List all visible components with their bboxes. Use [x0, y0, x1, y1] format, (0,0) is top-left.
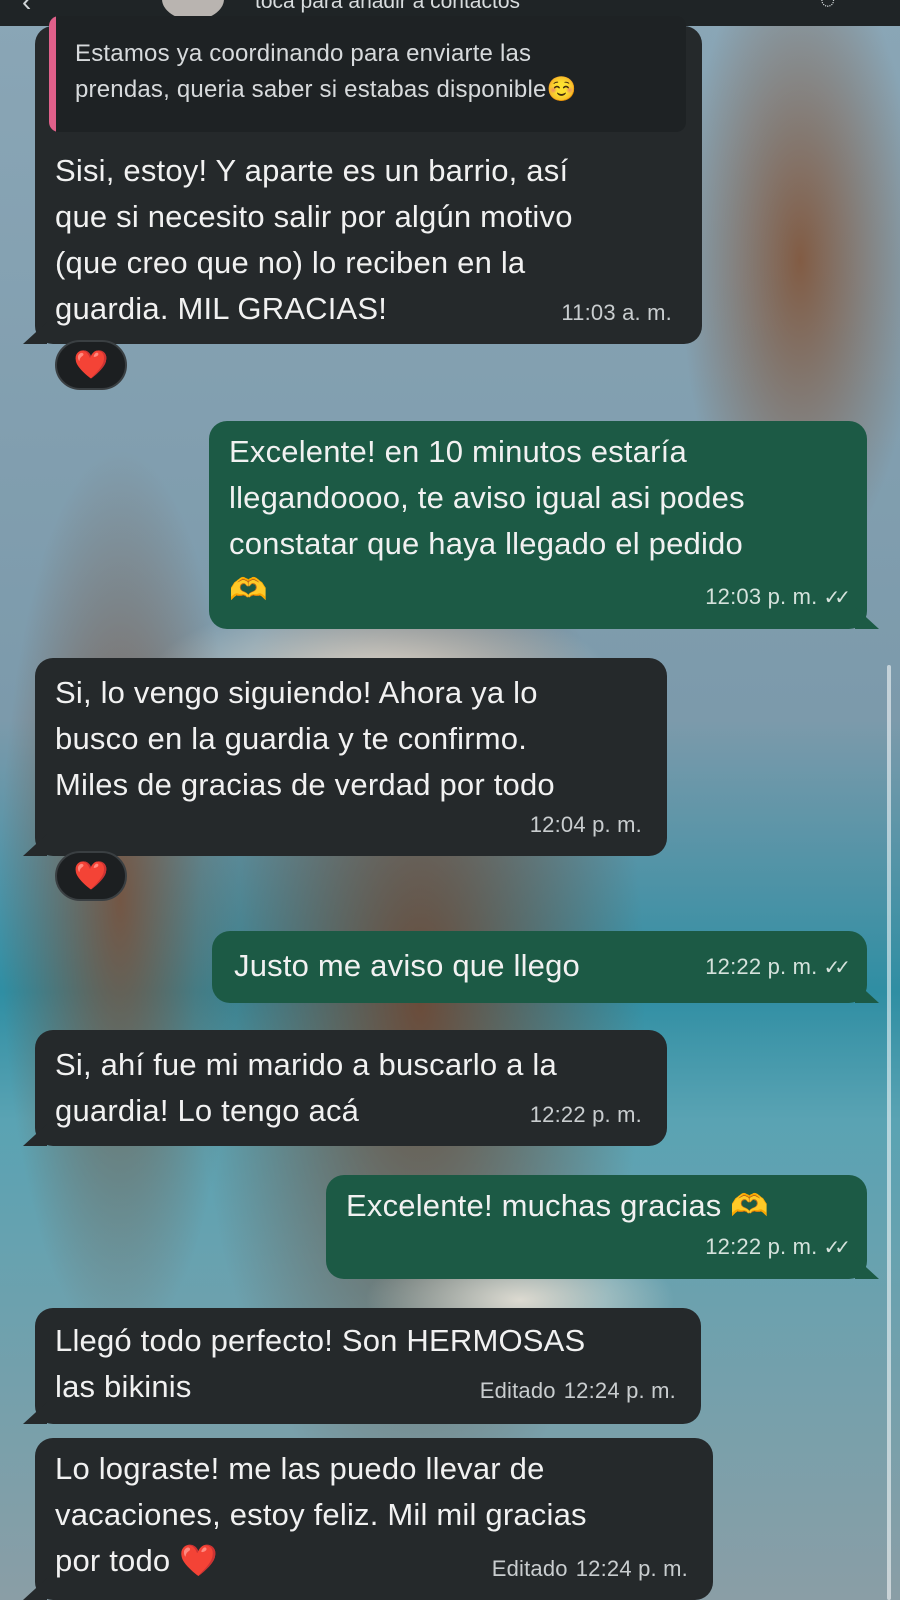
edited-label: Editado [491, 1556, 568, 1581]
read-receipt-icon: ✓✓ [823, 1237, 850, 1259]
message-time: 12:22 p. m. ✓✓ [705, 1234, 851, 1259]
message-time: Editado 12:24 p. m. [479, 1378, 676, 1403]
message-text: Si, lo vengo siguiendo! Ahora ya lo busc… [55, 675, 555, 802]
message-bubble-incoming[interactable]: Si, ahí fue mi marido a buscarlo a la gu… [35, 1030, 667, 1146]
message-time: Editado 12:24 p. m. [491, 1556, 688, 1581]
message-text: Justo me aviso que llego [234, 948, 580, 983]
read-receipt-icon: ✓✓ [823, 587, 850, 609]
scroll-indicator[interactable] [887, 665, 891, 1600]
heart-reaction-icon[interactable]: ❤️ [55, 851, 127, 901]
message-bubble-incoming[interactable]: Estamos ya coordinando para enviarte las… [35, 16, 702, 344]
message-time: 12:03 p. m. ✓✓ [705, 584, 851, 609]
message-time: 12:22 p. m. ✓✓ [705, 954, 851, 979]
message-bubble-outgoing[interactable]: Excelente! muchas gracias 🫶 12:22 p. m. ✓… [326, 1175, 867, 1279]
message-time: 12:22 p. m. [529, 1102, 642, 1127]
message-text: Sisi, estoy! Y aparte es un barrio, así … [55, 153, 573, 326]
quoted-message[interactable]: Estamos ya coordinando para enviarte las… [49, 16, 686, 132]
message-bubble-outgoing[interactable]: Justo me aviso que llego 12:22 p. m. ✓✓ [212, 931, 867, 1003]
message-bubble-incoming[interactable]: Si, lo vengo siguiendo! Ahora ya lo busc… [35, 658, 667, 856]
quote-accent-bar [49, 16, 56, 132]
message-text: Si, ahí fue mi marido a buscarlo a la gu… [55, 1047, 557, 1128]
read-receipt-icon: ✓✓ [823, 957, 850, 979]
heart-reaction-icon[interactable]: ❤️ [55, 340, 127, 390]
message-text: Excelente! en 10 minutos estaría llegand… [229, 434, 745, 607]
message-text: Excelente! muchas gracias 🫶 [346, 1188, 770, 1223]
message-bubble-incoming[interactable]: Llegó todo perfecto! Son HERMOSAS las bi… [35, 1308, 701, 1424]
edited-label: Editado [479, 1378, 556, 1403]
quoted-message-text: Estamos ya coordinando para enviarte las… [75, 40, 577, 103]
message-time: 12:04 p. m. [529, 812, 642, 837]
add-contact-hint[interactable]: toca para añadir a contactos [255, 0, 520, 14]
call-icon[interactable]: ◌ [820, 0, 835, 15]
back-chevron-icon[interactable]: ‹ [22, 0, 31, 18]
message-bubble-incoming[interactable]: Lo lograste! me las puedo llevar de vaca… [35, 1438, 713, 1600]
message-time: 11:03 a. m. [561, 300, 672, 325]
message-bubble-outgoing[interactable]: Excelente! en 10 minutos estaría llegand… [209, 421, 867, 629]
